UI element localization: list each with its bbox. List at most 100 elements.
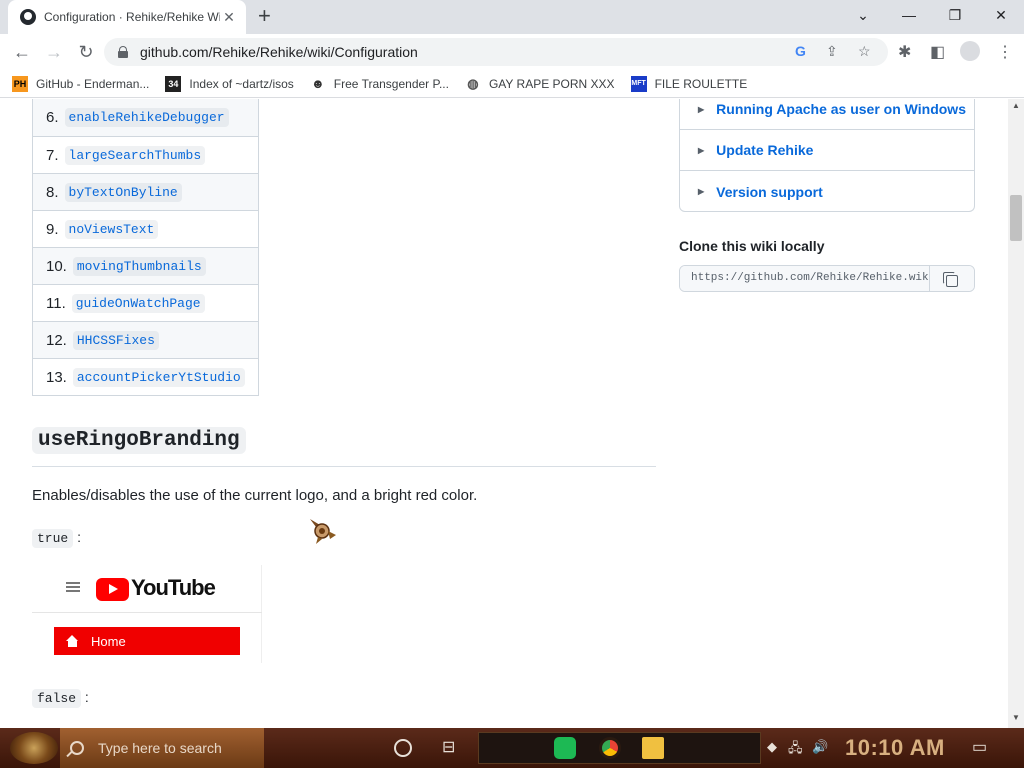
profile-avatar[interactable] <box>960 41 980 61</box>
bookmark-star-icon[interactable]: ☆ <box>858 43 871 60</box>
menu-icon[interactable]: ⋮ <box>997 42 1013 62</box>
copy-icon[interactable] <box>929 266 974 291</box>
taskbar-search[interactable]: Type here to search <box>60 728 264 768</box>
scroll-up-icon[interactable]: ▲ <box>1012 101 1020 110</box>
toc-row: 10. movingThumbnails <box>33 247 258 284</box>
start-button[interactable] <box>10 732 58 764</box>
true-code: true <box>32 529 74 548</box>
home-icon <box>66 634 79 648</box>
ph-icon: PH <box>12 75 28 92</box>
toc-link[interactable]: byTextOnByline <box>64 182 182 202</box>
wiki-page-version-support[interactable]: ▶ Version support <box>680 171 974 212</box>
taskbar-clock[interactable]: 10:10 AM <box>845 735 945 761</box>
file-explorer-icon[interactable] <box>642 737 664 759</box>
address-bar[interactable]: github.com/Rehike/Rehike/wiki/Configurat… <box>104 38 888 66</box>
cortana-icon[interactable] <box>394 739 412 757</box>
share-icon[interactable]: ⇪ <box>826 43 838 60</box>
toc-link[interactable]: accountPickerYtStudio <box>72 367 245 387</box>
home-guide-item: Home <box>54 627 240 655</box>
youtube-preview-image: YouTube Home <box>32 565 262 663</box>
scroll-down-icon[interactable]: ▼ <box>1012 713 1020 722</box>
bookmark-dartz-isos[interactable]: 34 Index of ~dartz/isos <box>165 75 294 92</box>
toc-number: 8. <box>46 183 59 201</box>
colon-text: : <box>77 529 81 545</box>
wiki-page-label[interactable]: Update Rehike <box>716 142 813 158</box>
minimize-button[interactable]: — <box>886 0 932 30</box>
wiki-pages-list: ▶ Running Apache as user on Windows ▶ Upda… <box>679 99 975 212</box>
bookmark-globe-site[interactable]: ◍ GAY RAPE PORN XXX <box>465 75 615 92</box>
bookmark-github-enderman[interactable]: PH GitHub - Enderman... <box>12 75 150 92</box>
back-button[interactable]: ← <box>10 40 34 64</box>
toc-link[interactable]: HHCSSFixes <box>72 330 159 350</box>
toc-link[interactable]: guideOnWatchPage <box>71 293 205 313</box>
page-content: 6. enableRehikeDebugger 7. largeSearchThum… <box>0 99 1008 728</box>
lock-icon[interactable] <box>118 46 128 58</box>
page-scrollbar[interactable]: ▲ ▼ <box>1008 99 1024 728</box>
forward-button[interactable]: → <box>42 40 66 64</box>
toc-link[interactable]: noViewsText <box>64 219 159 239</box>
caret-right-icon[interactable]: ▶ <box>698 187 704 196</box>
browser-window: Configuration · Rehike/Rehike Wiki ✕ + ⌄… <box>0 0 1024 728</box>
bookmark-file-roulette[interactable]: MFT FILE ROULETTE <box>630 75 747 92</box>
toc-table: 6. enableRehikeDebugger 7. largeSearchThum… <box>32 99 259 396</box>
reload-button[interactable]: ↻ <box>74 40 98 64</box>
wiki-page-label[interactable]: Version support <box>716 184 823 200</box>
mask-icon: ☻ <box>310 75 325 91</box>
tab-search-button[interactable]: ⌄ <box>840 0 886 30</box>
github-icon <box>20 9 36 25</box>
restore-button[interactable]: ❐ <box>932 0 978 30</box>
toc-row: 9. noViewsText <box>33 210 258 247</box>
bookmark-label: GAY RAPE PORN XXX <box>488 76 615 91</box>
colon-text: : <box>84 689 89 705</box>
toc-row: 12. HHCSSFixes <box>33 321 258 358</box>
wiki-page-label[interactable]: Running Apache as user on Windows <box>716 101 966 117</box>
globe-icon: ◍ <box>467 75 479 91</box>
new-tab-button[interactable]: + <box>258 5 271 27</box>
wiki-page-running-apache[interactable]: ▶ Running Apache as user on Windows <box>680 99 974 130</box>
caret-right-icon[interactable]: ▶ <box>698 146 704 155</box>
toc-number: 11. <box>46 294 66 312</box>
scrollbar-thumb[interactable] <box>1010 195 1022 241</box>
tab-title: Configuration · Rehike/Rehike Wiki <box>44 10 220 24</box>
tab-close-icon[interactable]: ✕ <box>220 9 238 26</box>
toc-link[interactable]: movingThumbnails <box>72 256 206 276</box>
false-label: false : <box>32 689 89 708</box>
close-window-button[interactable]: ✕ <box>978 0 1024 30</box>
network-icon[interactable]: 🖧 <box>788 739 803 761</box>
tab-configuration[interactable]: Configuration · Rehike/Rehike Wiki ✕ <box>8 0 246 34</box>
browser-toolbar: ← → ↻ github.com/Rehike/Rehike/wiki/Conf… <box>0 34 1024 70</box>
toc-row: 7. largeSearchThumbs <box>33 136 258 173</box>
task-view-icon[interactable]: ⊟ <box>442 737 455 757</box>
spotify-icon[interactable] <box>554 737 576 759</box>
youtube-wordmark: YouTube <box>131 575 216 600</box>
url-text[interactable]: github.com/Rehike/Rehike/wiki/Configurat… <box>140 44 418 60</box>
tray-overflow-icon[interactable]: ◆ <box>767 739 777 755</box>
caret-right-icon[interactable]: ▶ <box>698 105 704 114</box>
volume-icon[interactable]: 🔊 <box>812 739 828 755</box>
toc-number: 12. <box>46 331 67 349</box>
bookmark-free-transgender[interactable]: ☻ Free Transgender P... <box>310 76 449 92</box>
hamburger-icon <box>66 582 80 592</box>
side-panel-icon[interactable]: ◧ <box>930 42 945 62</box>
toc-link[interactable]: enableRehikeDebugger <box>64 108 229 127</box>
windows-taskbar: Type here to search ⊟ ◆ 🖧 🔊 10:10 AM ▭ <box>0 728 1024 768</box>
toc-row: 6. enableRehikeDebugger <box>33 99 258 136</box>
toc-link[interactable]: largeSearchThumbs <box>64 145 206 165</box>
clone-url-box: https://github.com/Rehike/Rehike.wiki.gi… <box>679 265 975 292</box>
home-label: Home <box>91 633 126 649</box>
google-icon[interactable]: G <box>795 43 806 59</box>
notifications-icon[interactable]: ▭ <box>972 737 987 757</box>
toc-number: 9. <box>46 220 59 238</box>
clone-url-input[interactable]: https://github.com/Rehike/Rehike.wiki.gi… <box>680 266 929 291</box>
youtube-logo-icon <box>96 578 129 601</box>
toc-number: 10. <box>46 257 67 275</box>
wiki-page-update-rehike[interactable]: ▶ Update Rehike <box>680 130 974 171</box>
34-icon: 34 <box>165 75 182 92</box>
chrome-icon[interactable] <box>599 737 621 759</box>
extensions-icon[interactable]: ✱ <box>898 42 911 62</box>
bookmark-label: GitHub - Enderman... <box>36 76 150 91</box>
bookmarks-bar: PH GitHub - Enderman... 34 Index of ~dar… <box>0 70 1024 98</box>
tab-strip: Configuration · Rehike/Rehike Wiki ✕ + ⌄… <box>0 0 1024 34</box>
toc-number: 7. <box>46 146 59 164</box>
section-description: Enables/disables the use of the current … <box>32 487 478 504</box>
